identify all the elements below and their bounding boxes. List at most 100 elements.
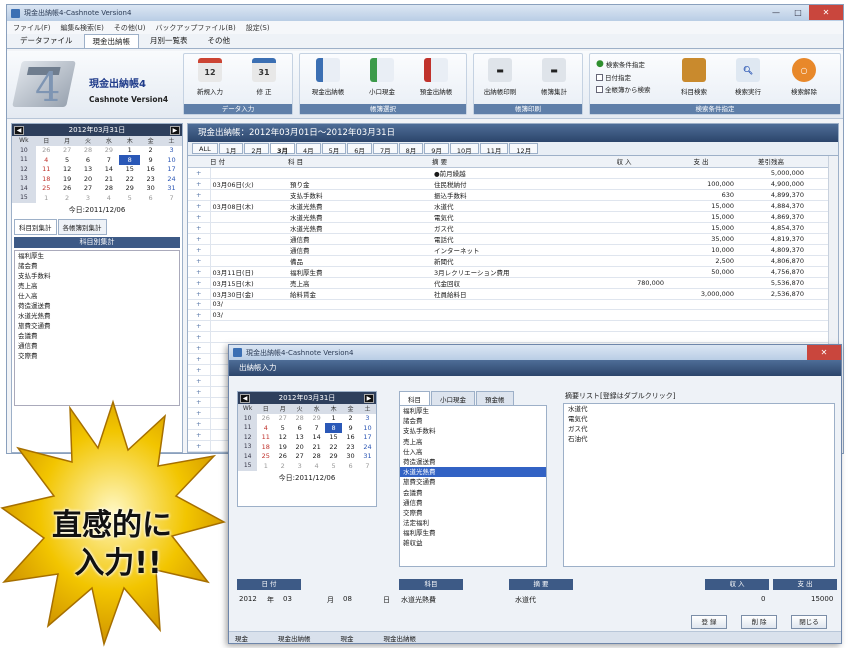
calendar-day[interactable]: 24 bbox=[161, 174, 182, 184]
expand-icon[interactable]: + bbox=[188, 211, 211, 223]
calendar-day[interactable]: 2 bbox=[57, 193, 78, 203]
new-entry-button[interactable]: 12 新規入力 bbox=[190, 58, 230, 102]
calendar-day[interactable]: 19 bbox=[57, 174, 78, 184]
calendar-day[interactable]: 27 bbox=[57, 146, 78, 156]
month-tab[interactable]: 3月 bbox=[269, 143, 296, 155]
calendar-day[interactable]: 23 bbox=[140, 174, 161, 184]
dialog-close-button[interactable]: ✕ bbox=[807, 345, 841, 360]
ledger-row[interactable]: + 通信費 電話代 35,000 4,819,370 bbox=[188, 233, 838, 245]
dialog-account-item[interactable]: 法定福利 bbox=[400, 518, 546, 528]
calendar-day[interactable]: 30 bbox=[140, 184, 161, 194]
calendar-day[interactable]: 28 bbox=[98, 184, 119, 194]
tab-book-summary[interactable]: 各帳簿別集計 bbox=[57, 218, 107, 235]
ledger-row[interactable]: + 水道光熱費 電気代 15,000 4,869,370 bbox=[188, 211, 838, 223]
month-tab[interactable]: 4月 bbox=[296, 143, 321, 155]
delete-button[interactable]: 削 除 bbox=[741, 615, 777, 629]
calendar-day[interactable]: 20 bbox=[291, 442, 308, 452]
calendar-day[interactable]: 6 bbox=[291, 423, 308, 433]
tab-account-summary[interactable]: 科目別集計 bbox=[14, 218, 57, 235]
ledger-row[interactable]: +03月06日(火) 預り金 住民税納付 100,000 4,900,000 bbox=[188, 178, 838, 190]
ledger-row[interactable]: + bbox=[188, 320, 838, 333]
expand-icon[interactable]: + bbox=[188, 331, 211, 344]
today-label[interactable]: 今日:2011/12/06 bbox=[12, 205, 182, 215]
month-input[interactable]: 03 bbox=[283, 595, 292, 603]
account-input[interactable]: 水道光熱費 bbox=[401, 595, 436, 605]
ledger-row[interactable]: +03/ bbox=[188, 309, 838, 322]
account-search-button[interactable]: 科目検索 bbox=[674, 58, 714, 102]
calendar-day[interactable]: 12 bbox=[274, 433, 291, 443]
calendar-day[interactable]: 14 bbox=[308, 433, 325, 443]
expand-icon[interactable]: + bbox=[188, 200, 211, 212]
tab-datafile[interactable]: データファイル bbox=[11, 33, 82, 48]
edit-button[interactable]: 31 修 正 bbox=[244, 58, 284, 102]
calendar-day[interactable]: 22 bbox=[119, 174, 140, 184]
date-filter-checkbox[interactable]: 日付指定 bbox=[596, 72, 631, 82]
print-book-button[interactable]: ▬ 出納帳印刷 bbox=[480, 58, 520, 102]
calendar-day[interactable]: 26 bbox=[257, 414, 274, 424]
calendar-day[interactable]: 26 bbox=[36, 146, 57, 156]
calendar-day[interactable]: 3 bbox=[78, 193, 99, 203]
calendar-day[interactable]: 5 bbox=[119, 193, 140, 203]
search-condition-row[interactable]: ● 検索条件指定 bbox=[596, 59, 645, 69]
calendar-day[interactable]: 1 bbox=[119, 146, 140, 156]
calendar-day[interactable]: 4 bbox=[98, 193, 119, 203]
month-tab[interactable]: 5月 bbox=[321, 143, 347, 155]
calendar-day[interactable]: 1 bbox=[325, 414, 342, 424]
account-list-item[interactable]: 仕入高 bbox=[15, 291, 179, 301]
calendar-day[interactable]: 11 bbox=[36, 165, 57, 175]
account-list-item[interactable]: 水道光熱費 bbox=[15, 311, 179, 321]
calendar-day[interactable]: 5 bbox=[274, 423, 291, 433]
calendar-day[interactable]: 1 bbox=[257, 461, 274, 471]
description-item[interactable]: 水道代 bbox=[564, 404, 834, 414]
ledger-row[interactable]: + 備品 新聞代 2,500 4,806,870 bbox=[188, 255, 838, 267]
expand-icon[interactable]: + bbox=[188, 178, 211, 190]
description-item[interactable]: 電気代 bbox=[564, 414, 834, 424]
expand-icon[interactable]: + bbox=[188, 167, 211, 179]
calendar-day[interactable]: 28 bbox=[291, 414, 308, 424]
calendar-day[interactable]: 12 bbox=[57, 165, 78, 175]
calendar-day[interactable]: 9 bbox=[140, 155, 161, 165]
calendar-day[interactable]: 31 bbox=[161, 184, 182, 194]
dialog-today-label[interactable]: 今日:2011/12/06 bbox=[238, 473, 376, 483]
all-books-box[interactable] bbox=[596, 85, 603, 93]
month-tab[interactable]: 6月 bbox=[347, 143, 372, 155]
menu-other[interactable]: その他(U) bbox=[114, 23, 146, 33]
account-list-item[interactable]: 売上高 bbox=[15, 281, 179, 291]
book-summary-button[interactable]: ▬ 帳簿集計 bbox=[534, 58, 574, 102]
expand-icon[interactable]: + bbox=[188, 277, 211, 289]
next-month-icon[interactable]: ▶ bbox=[169, 125, 180, 135]
calendar-day[interactable]: 25 bbox=[36, 184, 57, 194]
dialog-next-month-icon[interactable]: ▶ bbox=[363, 393, 374, 403]
calendar-day[interactable]: 15 bbox=[325, 433, 342, 443]
calendar-day[interactable]: 25 bbox=[257, 452, 274, 462]
description-item[interactable]: ガス代 bbox=[564, 424, 834, 434]
calendar-day[interactable]: 29 bbox=[308, 414, 325, 424]
month-tab[interactable]: 2月 bbox=[244, 143, 269, 155]
calendar-day[interactable]: 1 bbox=[36, 193, 57, 203]
month-tab[interactable]: 12月 bbox=[509, 143, 539, 155]
all-books-checkbox[interactable]: 全帳簿から検索 bbox=[596, 84, 651, 94]
minimize-button[interactable]: — bbox=[765, 5, 787, 20]
ledger-row[interactable]: + 支払手数料 振込手数料 630 4,899,370 bbox=[188, 189, 838, 201]
month-tab[interactable]: ALL bbox=[192, 143, 218, 154]
calendar-day[interactable]: 17 bbox=[161, 165, 182, 175]
calendar-day[interactable]: 27 bbox=[78, 184, 99, 194]
dialog-account-list[interactable]: 福利厚生 諸会費 支払手数料 売上高 仕入高 荷造運送費 水道光熱費 旅費交通費 会議費 通信費交… bbox=[399, 405, 547, 567]
calendar-day[interactable]: 14 bbox=[98, 165, 119, 175]
account-list-item[interactable]: 会議費 bbox=[15, 331, 179, 341]
calendar-day[interactable]: 28 bbox=[78, 146, 99, 156]
calendar-day[interactable]: 7 bbox=[98, 155, 119, 165]
calendar-day[interactable]: 5 bbox=[325, 461, 342, 471]
expand-icon[interactable]: + bbox=[188, 386, 211, 398]
calendar-day[interactable]: 18 bbox=[257, 442, 274, 452]
dialog-account-item[interactable]: 会議費 bbox=[400, 488, 546, 498]
account-list-item[interactable]: 福利厚生 bbox=[15, 251, 179, 261]
expand-icon[interactable]: + bbox=[188, 364, 211, 376]
description-item[interactable]: 石油代 bbox=[564, 434, 834, 444]
dialog-account-item[interactable]: 支払手数料 bbox=[400, 426, 546, 436]
account-list-item[interactable]: 通信費 bbox=[15, 341, 179, 351]
date-filter-box[interactable] bbox=[596, 73, 603, 81]
calendar-day[interactable]: 18 bbox=[36, 174, 57, 184]
ledger-row[interactable]: +03月15日(木) 売上高 代金回収 780,000 5,536,870 bbox=[188, 277, 838, 289]
calendar-day[interactable]: 3 bbox=[291, 461, 308, 471]
